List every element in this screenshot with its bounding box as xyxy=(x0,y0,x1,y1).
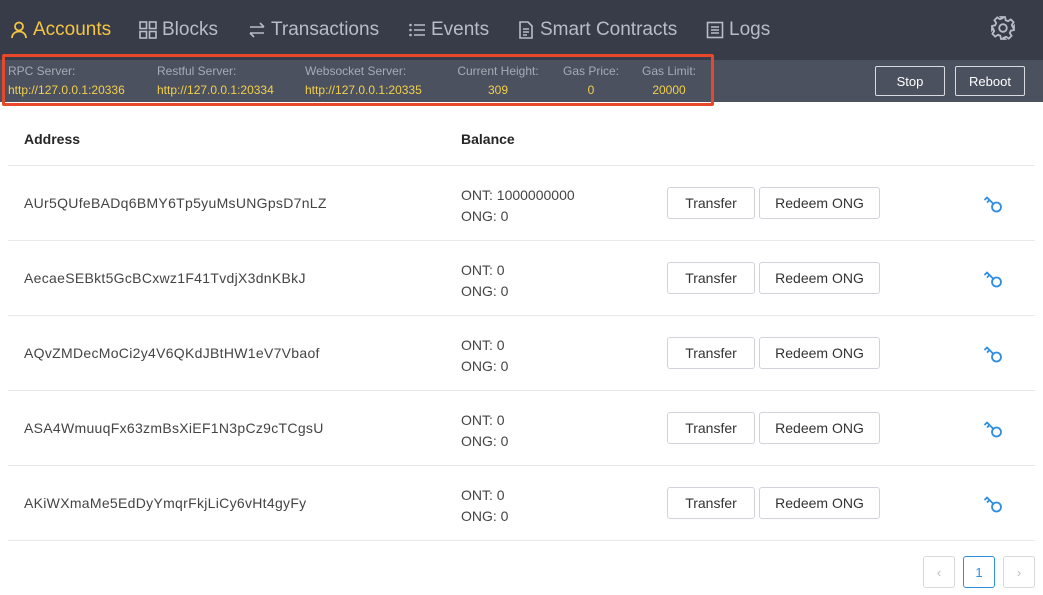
pagination-page-1[interactable]: 1 xyxy=(963,556,995,588)
restful-server-value: http://127.0.0.1:20334 xyxy=(157,83,274,97)
websocket-server-info: Websocket Server: http://127.0.0.1:20335 xyxy=(305,62,422,100)
redeem-ong-button[interactable]: Redeem ONG xyxy=(759,337,880,369)
account-balance: ONT: 0 ONG: 0 xyxy=(461,260,508,302)
chevron-right-icon: › xyxy=(1016,564,1022,580)
table-row: AUr5QUfeBADq6BMY6Tp5yuMsUNGpsD7nLZ ONT: … xyxy=(8,166,1035,241)
key-icon[interactable] xyxy=(983,193,1005,215)
ont-balance: ONT: 0 xyxy=(461,337,505,353)
swap-icon xyxy=(247,20,267,40)
transfer-button[interactable]: Transfer xyxy=(667,337,755,369)
account-address: AQvZMDecMoCi2y4V6QKdJBtHW1eV7Vbaof xyxy=(24,345,320,361)
account-balance: ONT: 0 ONG: 0 xyxy=(461,485,508,527)
account-balance: ONT: 0 ONG: 0 xyxy=(461,410,508,452)
ong-balance: ONG: 0 xyxy=(461,508,509,524)
table-row: ASA4WmuuqFx63zmBsXiEF1N3pCz9cTCgsU ONT: … xyxy=(8,391,1035,466)
user-icon xyxy=(9,20,29,40)
redeem-ong-button[interactable]: Redeem ONG xyxy=(759,487,880,519)
nav-accounts-label: Accounts xyxy=(33,19,112,40)
balance-column-header: Balance xyxy=(461,131,515,147)
restful-server-label: Restful Server: xyxy=(157,64,237,78)
grid-icon xyxy=(138,20,158,40)
key-icon[interactable] xyxy=(983,418,1005,440)
account-balance: ONT: 0 ONG: 0 xyxy=(461,335,508,377)
ong-balance: ONG: 0 xyxy=(461,283,509,299)
nav-smart-contracts[interactable]: Smart Contracts xyxy=(516,0,677,60)
log-icon xyxy=(705,20,725,40)
redeem-ong-button[interactable]: Redeem ONG xyxy=(759,187,880,219)
rpc-server-value: http://127.0.0.1:20336 xyxy=(8,83,125,97)
rpc-server-info: RPC Server: http://127.0.0.1:20336 xyxy=(8,62,125,100)
transfer-button[interactable]: Transfer xyxy=(667,262,755,294)
account-address: AKiWXmaMe5EdDyYmqrFkjLiCy6vHt4gyFy xyxy=(24,495,307,511)
account-address: AecaeSEBkt5GcBCxwz1F41TvdjX3dnKBkJ xyxy=(24,270,306,286)
ong-balance: ONG: 0 xyxy=(461,358,509,374)
restful-server-info: Restful Server: http://127.0.0.1:20334 xyxy=(157,62,274,100)
pagination-next-button[interactable]: › xyxy=(1003,556,1035,588)
current-height-label: Current Height: xyxy=(457,64,539,78)
transfer-button[interactable]: Transfer xyxy=(667,187,755,219)
gas-price-label: Gas Price: xyxy=(562,64,619,78)
ong-balance: ONG: 0 xyxy=(461,208,509,224)
transfer-button[interactable]: Transfer xyxy=(667,487,755,519)
transfer-button[interactable]: Transfer xyxy=(667,412,755,444)
nav-logs[interactable]: Logs xyxy=(705,0,770,60)
key-icon[interactable] xyxy=(983,343,1005,365)
gas-limit-label: Gas Limit: xyxy=(641,64,696,78)
pagination-prev-button[interactable]: ‹ xyxy=(923,556,955,588)
ont-balance: ONT: 0 xyxy=(461,412,505,428)
gas-price-info: Gas Price: 0 xyxy=(561,62,621,100)
reboot-button[interactable]: Reboot xyxy=(955,66,1025,96)
key-icon[interactable] xyxy=(983,493,1005,515)
gear-icon[interactable] xyxy=(990,15,1016,41)
nav-accounts[interactable]: Accounts xyxy=(9,0,111,60)
redeem-ong-button[interactable]: Redeem ONG xyxy=(759,412,880,444)
address-column-header: Address xyxy=(24,131,81,147)
websocket-server-label: Websocket Server: xyxy=(305,64,407,78)
file-icon xyxy=(516,20,536,40)
nav-events[interactable]: Events xyxy=(407,0,489,60)
table-row: AQvZMDecMoCi2y4V6QKdJBtHW1eV7Vbaof ONT: … xyxy=(8,316,1035,391)
table-header: Address Balance xyxy=(8,113,1035,166)
gas-limit-info: Gas Limit: 20000 xyxy=(638,62,700,100)
nav-smart-contracts-label: Smart Contracts xyxy=(540,19,678,40)
gas-limit-value: 20000 xyxy=(652,83,686,97)
ont-balance: ONT: 0 xyxy=(461,262,505,278)
nav-blocks[interactable]: Blocks xyxy=(138,0,218,60)
ont-balance: ONT: 1000000000 xyxy=(461,187,575,203)
current-height-info: Current Height: 309 xyxy=(452,62,544,100)
chevron-left-icon: ‹ xyxy=(936,564,942,580)
ong-balance: ONG: 0 xyxy=(461,433,509,449)
table-row: AecaeSEBkt5GcBCxwz1F41TvdjX3dnKBkJ ONT: … xyxy=(8,241,1035,316)
account-address: ASA4WmuuqFx63zmBsXiEF1N3pCz9cTCgsU xyxy=(24,420,324,436)
nav-logs-label: Logs xyxy=(729,19,771,40)
gas-price-value: 0 xyxy=(587,83,595,97)
table-row: AKiWXmaMe5EdDyYmqrFkjLiCy6vHt4gyFy ONT: … xyxy=(8,466,1035,541)
list-icon xyxy=(407,20,427,40)
redeem-ong-button[interactable]: Redeem ONG xyxy=(759,262,880,294)
stop-button[interactable]: Stop xyxy=(875,66,945,96)
nav-blocks-label: Blocks xyxy=(162,19,218,40)
nav-transactions[interactable]: Transactions xyxy=(247,0,379,60)
account-address: AUr5QUfeBADq6BMY6Tp5yuMsUNGpsD7nLZ xyxy=(24,195,327,211)
nav-transactions-label: Transactions xyxy=(271,19,380,40)
nav-events-label: Events xyxy=(431,19,490,40)
key-icon[interactable] xyxy=(983,268,1005,290)
websocket-server-value: http://127.0.0.1:20335 xyxy=(305,83,422,97)
ont-balance: ONT: 0 xyxy=(461,487,505,503)
current-height-value: 309 xyxy=(487,83,509,97)
account-balance: ONT: 1000000000 ONG: 0 xyxy=(461,185,575,227)
rpc-server-label: RPC Server: xyxy=(8,64,76,78)
